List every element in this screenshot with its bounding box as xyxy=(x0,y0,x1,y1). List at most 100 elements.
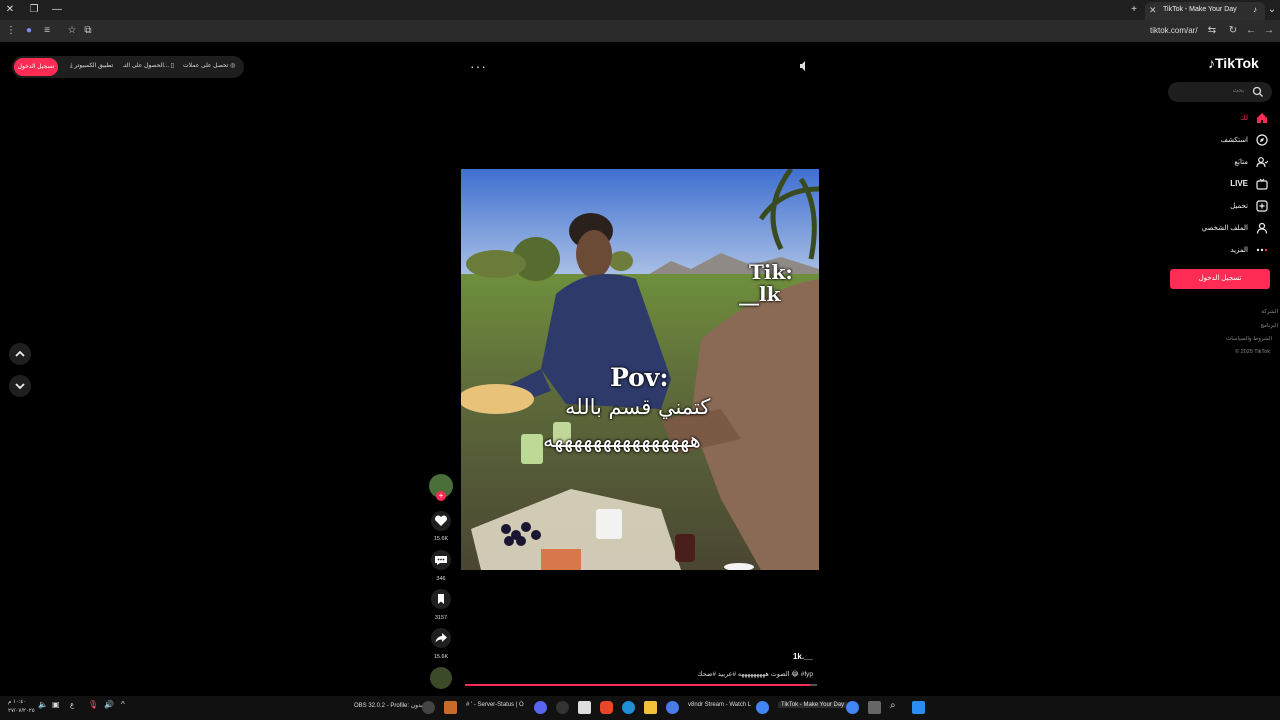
tiktok-logo[interactable]: ♪TikTok xyxy=(1208,55,1259,71)
video-player[interactable]: Tik: __lk Pov: كتمني قسم بالله ههههههههه… xyxy=(461,169,819,570)
footer-company-link[interactable]: الشركة xyxy=(1261,309,1278,315)
sidebar-item-label: تحميل xyxy=(1230,203,1248,210)
brave-icon[interactable] xyxy=(600,701,613,714)
speaker-tray-icon[interactable]: 🔊 xyxy=(104,700,114,709)
overlay-pov-text: Pov: xyxy=(610,363,669,392)
more-options-icon[interactable]: ··· xyxy=(470,58,487,74)
url-field[interactable]: tiktok.com/ar/ xyxy=(1150,26,1198,35)
clock-time[interactable]: ١٠:٤٠ م xyxy=(8,699,26,705)
reload-icon[interactable]: ↻ xyxy=(1227,25,1239,37)
follow-button[interactable]: + xyxy=(436,491,446,501)
back-icon[interactable]: ← xyxy=(1245,25,1257,37)
search-icon[interactable] xyxy=(1252,86,1264,98)
language-indicator[interactable]: ع xyxy=(70,701,74,709)
sidebar-item-label: متابَع xyxy=(1234,159,1248,166)
like-button[interactable] xyxy=(431,511,451,531)
sidebar-item-label: لك xyxy=(1239,115,1248,122)
caption-username[interactable]: 1k.__ xyxy=(793,652,813,661)
chrome-icon-2[interactable] xyxy=(846,701,859,714)
heart-icon xyxy=(434,515,448,526)
coins-link[interactable]: تحصل على عملات ◎ xyxy=(183,62,235,69)
app-icon[interactable] xyxy=(444,701,457,714)
compass-icon xyxy=(1256,134,1268,146)
top-promo-bar: تسجيل الدخول ⤓ تطبيق الكمبيوتر الحصول عل… xyxy=(12,56,244,78)
chrome-icon[interactable] xyxy=(756,701,769,714)
start-windows-icon[interactable] xyxy=(912,701,925,714)
logo-text: TikTok xyxy=(1215,55,1259,71)
top-login-button[interactable]: تسجيل الدخول xyxy=(14,58,58,76)
sidebar-item-upload[interactable]: تحميل xyxy=(1148,199,1268,215)
desktop-app-link[interactable]: ⤓ تطبيق الكمبيوتر xyxy=(70,62,113,70)
volume-icon[interactable]: 🔈 xyxy=(38,700,48,709)
reading-mode-icon[interactable]: ≡ xyxy=(41,25,53,37)
sidebar-login-button[interactable]: تسجيل الدخول xyxy=(1170,269,1270,289)
share-count: 15.6K xyxy=(433,654,449,660)
bookmark-icon xyxy=(438,594,444,604)
edge-icon[interactable] xyxy=(622,701,635,714)
video-progress-bar[interactable] xyxy=(465,684,817,686)
sidebar-item-label: استكشف xyxy=(1220,137,1248,144)
clock-date[interactable]: ٢٧/٠٧/٢٠٢٥ xyxy=(8,708,35,714)
footer-terms-link[interactable]: الشروط والسياسات xyxy=(1226,336,1272,342)
music-disc[interactable] xyxy=(430,667,452,689)
obs-icon[interactable] xyxy=(422,701,435,714)
following-icon xyxy=(1256,157,1268,168)
tiktok-page: تسجيل الدخول ⤓ تطبيق الكمبيوتر الحصول عل… xyxy=(0,42,1280,696)
sidebar-item-following[interactable]: متابَع xyxy=(1148,155,1268,171)
taskbar-stream[interactable]: v8ndr Stream - Watch L xyxy=(688,702,751,708)
site-settings-icon[interactable]: ⇆ xyxy=(1206,25,1218,37)
share-icon xyxy=(435,633,447,643)
search-input[interactable]: بحث xyxy=(1168,82,1272,102)
restore-window-icon[interactable]: ❐ xyxy=(28,4,40,16)
next-video-button[interactable] xyxy=(9,375,31,397)
browser-tab-strip: ✕ ❐ — + ✕ TikTok - Make Your Day ♪ ⌄ xyxy=(0,0,1280,20)
overlay-lk-text: __lk xyxy=(739,282,781,306)
task-view-icon[interactable] xyxy=(868,701,881,714)
share-page-icon[interactable]: ⧉ xyxy=(82,25,94,37)
speaker-icon[interactable] xyxy=(798,60,810,72)
home-icon xyxy=(1257,113,1267,123)
extension-icon[interactable]: ● xyxy=(23,25,35,37)
sidebar-item-explore[interactable]: استكشف xyxy=(1148,133,1268,149)
save-button[interactable] xyxy=(431,589,451,609)
app-icon-2[interactable] xyxy=(556,701,569,714)
footer-program-link[interactable]: البرنامج xyxy=(1260,323,1278,329)
new-tab-icon[interactable]: + xyxy=(1128,4,1140,16)
video-progress-fill xyxy=(465,684,810,686)
tray-chevron-icon[interactable]: ^ xyxy=(121,700,125,709)
sidebar-item-more[interactable]: المزيد xyxy=(1148,243,1268,259)
tab-tiktok[interactable]: ✕ TikTok - Make Your Day ♪ xyxy=(1145,2,1265,20)
share-button[interactable] xyxy=(431,628,451,648)
overlay-tik-text: Tik: xyxy=(749,260,793,284)
bookmark-star-icon[interactable]: ☆ xyxy=(66,25,78,37)
copilot-icon[interactable] xyxy=(666,701,679,714)
taskbar-server-status[interactable]: # ' - Server-Status | O xyxy=(466,702,524,708)
get-app-link[interactable]: الحصول على التـ... ▯ xyxy=(123,62,174,69)
microphone-icon[interactable]: 🎙 xyxy=(88,700,98,709)
sidebar-item-foryou[interactable]: لك xyxy=(1148,111,1268,127)
close-tab-icon[interactable]: ✕ xyxy=(1149,2,1157,18)
coins-label: تحصل على عملات xyxy=(183,63,229,69)
like-count: 15.6K xyxy=(433,536,449,542)
search-taskbar-icon[interactable]: ⌕ xyxy=(890,700,896,711)
search-placeholder: بحث xyxy=(1232,88,1244,94)
taskbar: ١٠:٤٠ م ٢٧/٠٧/٢٠٢٥ 🔈 ▣ ع 🎙 🔊 ^ OBS 32.0.… xyxy=(0,696,1280,720)
calendar-icon[interactable] xyxy=(578,701,591,714)
sidebar-item-profile[interactable]: الملف الشخصي xyxy=(1148,221,1268,237)
taskbar-obs[interactable]: OBS 32.0.2 - Profile: بدون xyxy=(354,702,423,709)
previous-video-button[interactable] xyxy=(9,343,31,365)
taskbar-tiktok[interactable]: TikTok - Make Your Day xyxy=(778,702,848,708)
tiktok-favicon-icon: ♪ xyxy=(1253,5,1257,14)
network-icon[interactable]: ▣ xyxy=(52,700,60,709)
tab-list-icon[interactable]: ⌄ xyxy=(1266,4,1278,16)
forward-icon[interactable]: → xyxy=(1263,25,1275,37)
sidebar-item-label: LIVE xyxy=(1230,179,1248,188)
comment-button[interactable] xyxy=(431,550,451,570)
close-window-icon[interactable]: ✕ xyxy=(4,4,16,16)
discord-icon[interactable] xyxy=(534,701,547,714)
sidebar-item-label: المزيد xyxy=(1230,247,1248,254)
menu-dots-icon[interactable]: ⋮ xyxy=(5,25,17,37)
minimize-window-icon[interactable]: — xyxy=(51,4,63,16)
file-explorer-icon[interactable] xyxy=(644,701,657,714)
sidebar-item-live[interactable]: LIVE xyxy=(1148,177,1268,193)
